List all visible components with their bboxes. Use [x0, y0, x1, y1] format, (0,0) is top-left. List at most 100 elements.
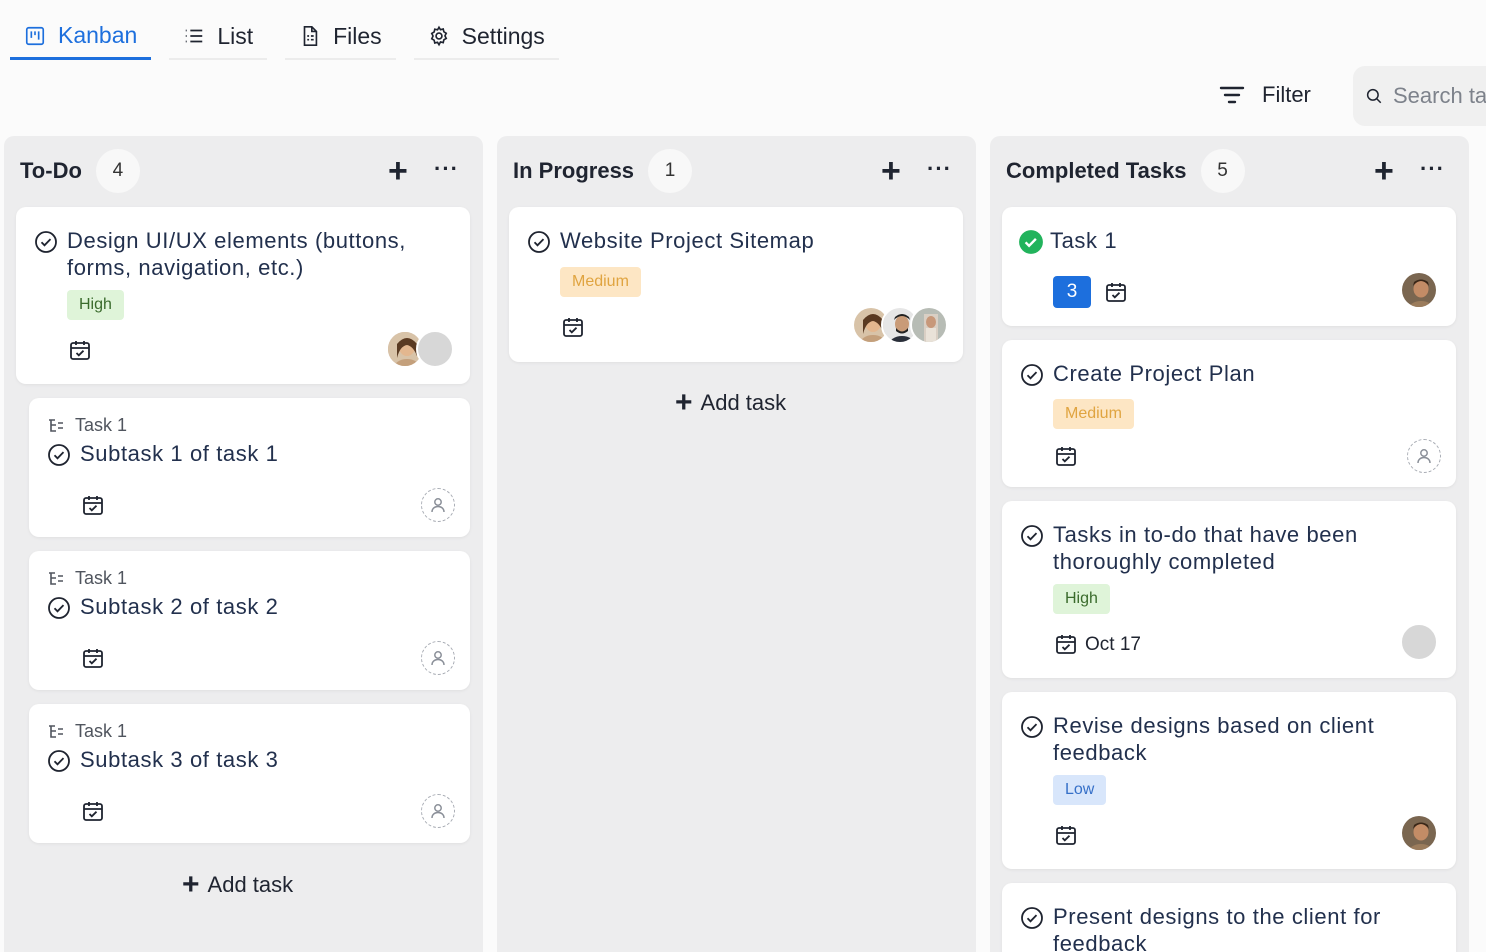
task-title: Revise designs based on client feedback	[1053, 713, 1375, 765]
column-todo: To-Do 4 + ··· Design UI/UX elements (but…	[4, 136, 483, 952]
search-box[interactable]	[1353, 66, 1486, 126]
tab-label: Files	[333, 22, 382, 49]
task-card[interactable]: Website Project Sitemap Medium	[509, 207, 963, 362]
check-circle-icon[interactable]	[527, 230, 551, 254]
calendar-icon[interactable]	[561, 315, 585, 339]
task-card[interactable]: Present designs to the client for feedba…	[1002, 883, 1456, 952]
task-card[interactable]: Create Project Plan Medium	[1002, 340, 1456, 487]
parent-task-name: Task 1	[75, 415, 128, 435]
more-options-icon[interactable]: ···	[927, 156, 952, 182]
subtask-icon	[49, 571, 63, 585]
task-card[interactable]: Tasks in to-do that have been thoroughly…	[1002, 501, 1456, 678]
calendar-icon[interactable]	[1054, 444, 1078, 468]
priority-badge: Medium	[560, 267, 641, 297]
parent-task-ref[interactable]: Task 1	[47, 721, 127, 742]
priority-badge: High	[67, 290, 124, 320]
assign-user-icon[interactable]	[421, 488, 455, 522]
task-title: Website Project Sitemap	[560, 228, 815, 253]
subtask-icon	[49, 418, 63, 432]
column-title: To-Do	[20, 158, 82, 183]
tab-kanban[interactable]: Kanban	[10, 14, 152, 60]
priority-badge: Medium	[1053, 399, 1134, 429]
column-header: In Progress 1 + ···	[497, 136, 976, 206]
check-circle-icon[interactable]	[34, 230, 58, 254]
kanban-icon	[25, 26, 45, 45]
avatar[interactable]	[910, 306, 948, 344]
search-icon	[1366, 88, 1382, 104]
filter-button[interactable]: Filter	[1218, 78, 1311, 112]
check-circle-icon[interactable]	[47, 749, 71, 773]
more-options-icon[interactable]: ···	[1420, 156, 1445, 182]
task-title: Design UI/UX elements (buttons, forms, n…	[67, 228, 406, 280]
calendar-icon[interactable]	[1104, 280, 1128, 304]
avatar[interactable]	[1400, 623, 1438, 661]
column-completed: Completed Tasks 5 + ··· Task 1 3 Create …	[990, 136, 1469, 952]
due-date[interactable]: Oct 17	[1085, 634, 1141, 656]
avatar[interactable]	[1400, 814, 1438, 852]
view-tabs: Kanban List Files Settings	[10, 14, 577, 60]
check-circle-icon[interactable]	[47, 443, 71, 467]
tab-settings[interactable]: Settings	[413, 14, 559, 60]
subtask-count-badge[interactable]: 3	[1053, 276, 1091, 308]
calendar-icon[interactable]	[1054, 632, 1078, 656]
tab-files[interactable]: Files	[285, 14, 396, 60]
parent-task-name: Task 1	[75, 721, 128, 741]
calendar-icon[interactable]	[81, 493, 105, 517]
assign-user-icon[interactable]	[421, 641, 455, 675]
add-task-button[interactable]: + Add task	[182, 870, 293, 900]
calendar-icon[interactable]	[81, 799, 105, 823]
task-card[interactable]: Revise designs based on client feedback …	[1002, 692, 1456, 869]
completed-check-icon[interactable]	[1018, 229, 1044, 255]
avatar[interactable]	[416, 330, 454, 368]
parent-task-ref[interactable]: Task 1	[47, 568, 127, 589]
calendar-icon[interactable]	[81, 646, 105, 670]
check-circle-icon[interactable]	[47, 596, 71, 620]
plus-icon: +	[182, 868, 200, 901]
filter-label: Filter	[1262, 82, 1311, 107]
list-icon	[186, 29, 203, 43]
add-task-button[interactable]: + Add task	[675, 388, 786, 418]
task-title: Create Project Plan	[1053, 361, 1256, 386]
calendar-icon[interactable]	[1054, 823, 1078, 847]
tab-label: List	[217, 22, 254, 49]
tab-list[interactable]: List	[169, 14, 268, 60]
check-circle-icon[interactable]	[1020, 906, 1044, 930]
task-title: Subtask 3 of task 3	[80, 747, 279, 772]
more-options-icon[interactable]: ···	[434, 156, 459, 182]
gear-icon	[430, 25, 447, 47]
assign-user-icon[interactable]	[421, 794, 455, 828]
plus-icon: +	[675, 386, 693, 419]
subtask-card[interactable]: Task 1 Subtask 2 of task 2	[29, 551, 470, 690]
priority-badge: High	[1053, 584, 1110, 614]
column-count: 5	[1200, 149, 1245, 193]
add-card-icon[interactable]: +	[881, 154, 901, 188]
parent-task-ref[interactable]: Task 1	[47, 415, 127, 436]
column-count: 1	[648, 149, 693, 193]
check-circle-icon[interactable]	[1020, 715, 1044, 739]
avatar[interactable]	[1400, 271, 1438, 309]
file-icon	[303, 26, 318, 46]
column-header: Completed Tasks 5 + ···	[990, 136, 1469, 206]
task-card[interactable]: Design UI/UX elements (buttons, forms, n…	[16, 207, 470, 384]
assign-user-icon[interactable]	[1407, 439, 1441, 473]
calendar-icon[interactable]	[68, 338, 92, 362]
filter-icon	[1219, 86, 1245, 104]
add-card-icon[interactable]: +	[1374, 154, 1394, 188]
check-circle-icon[interactable]	[1020, 363, 1044, 387]
task-title: Subtask 1 of task 1	[80, 441, 279, 466]
column-count: 4	[95, 149, 140, 193]
subtask-card[interactable]: Task 1 Subtask 1 of task 1	[29, 398, 470, 537]
check-circle-icon[interactable]	[1020, 524, 1044, 548]
subtask-icon	[49, 724, 63, 738]
task-title: Tasks in to-do that have been thoroughly…	[1053, 522, 1358, 574]
search-input[interactable]	[1393, 83, 1486, 109]
column-title: In Progress	[513, 158, 635, 183]
parent-task-name: Task 1	[75, 568, 128, 588]
column-title: Completed Tasks	[1006, 158, 1187, 183]
add-task-label: Add task	[207, 872, 294, 897]
task-card[interactable]: Task 1 3	[1002, 207, 1456, 326]
subtask-card[interactable]: Task 1 Subtask 3 of task 3	[29, 704, 470, 843]
add-card-icon[interactable]: +	[388, 154, 408, 188]
column-in-progress: In Progress 1 + ··· Website Project Site…	[497, 136, 976, 952]
column-header: To-Do 4 + ···	[4, 136, 483, 206]
